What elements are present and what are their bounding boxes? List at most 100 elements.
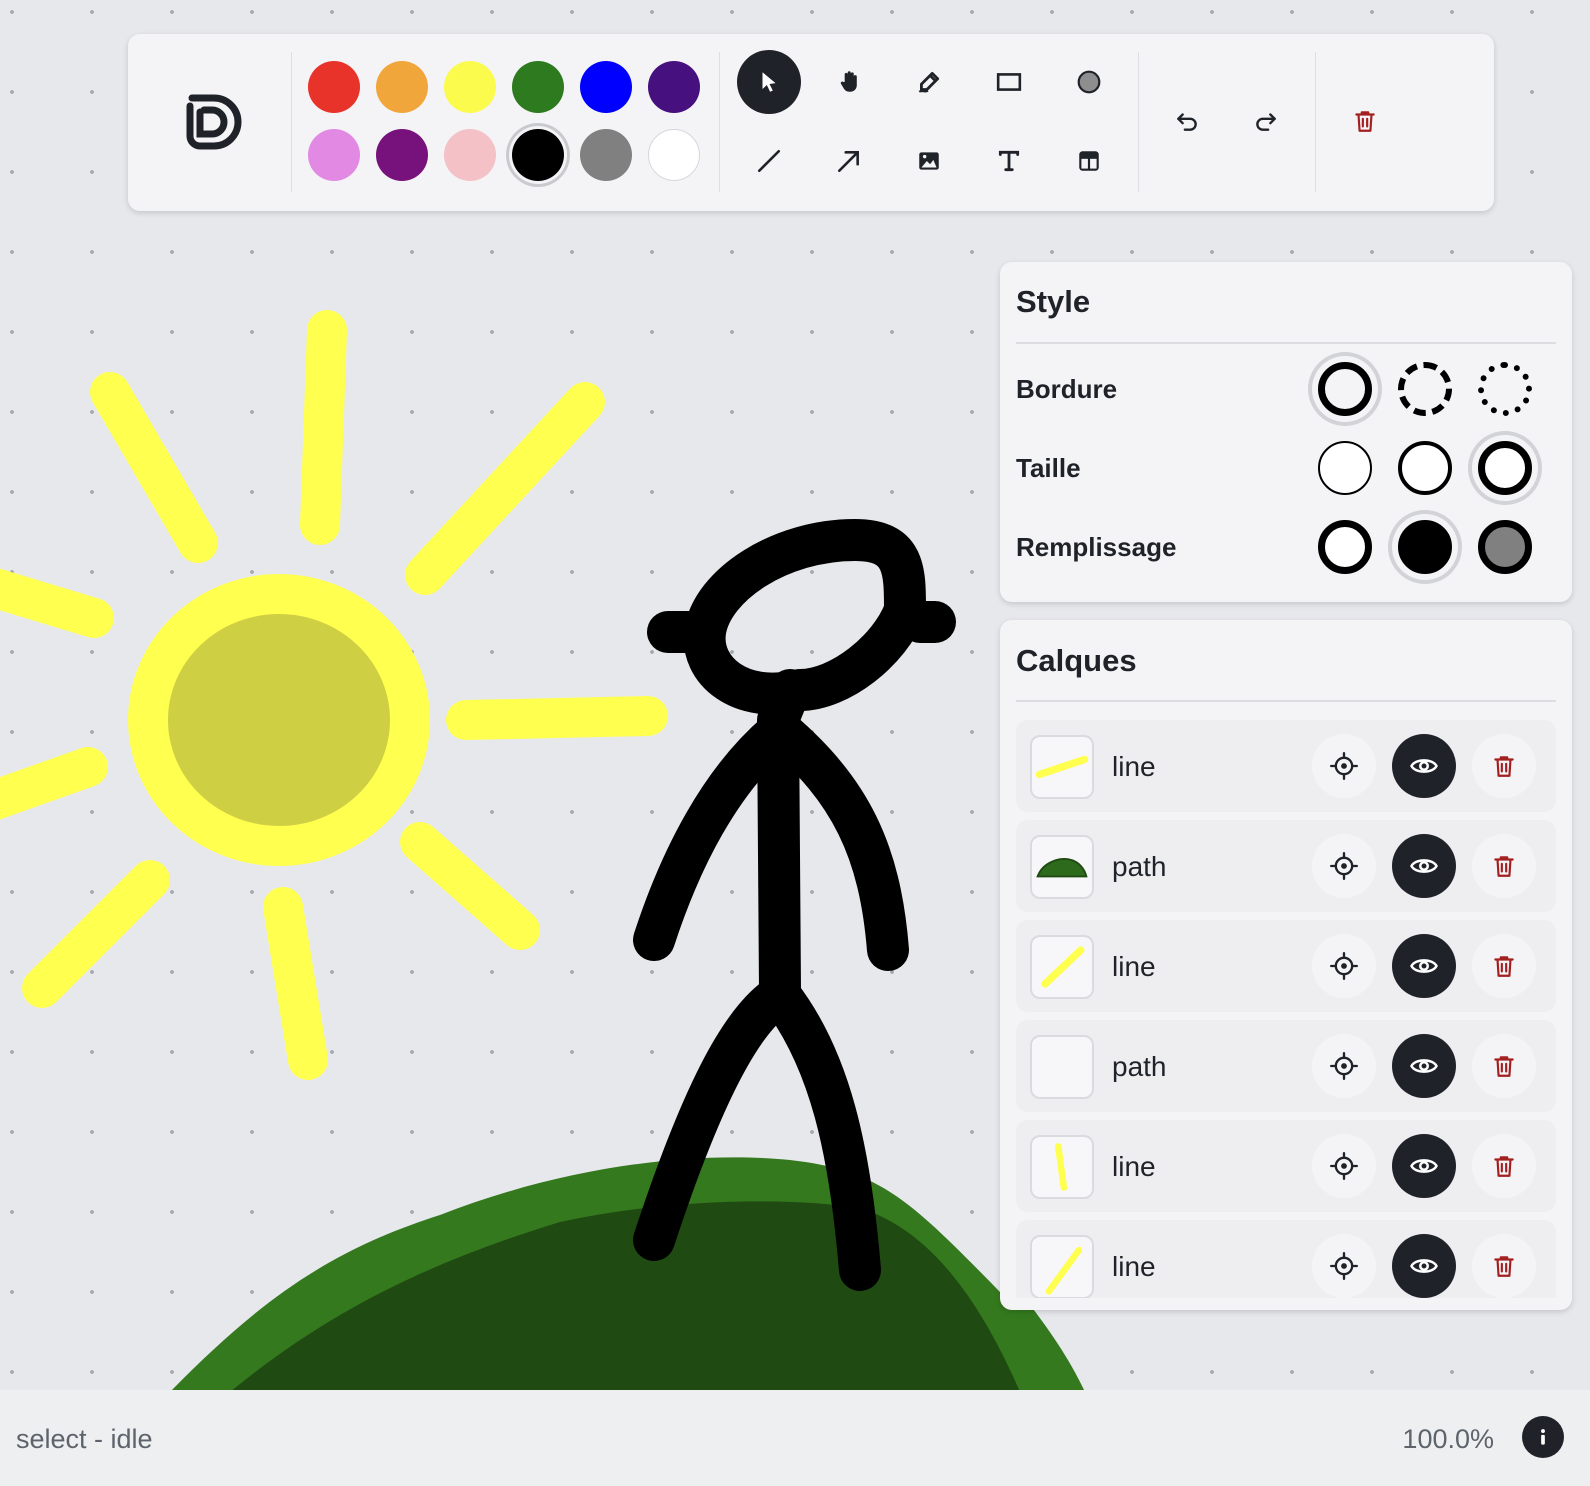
border-style-label: Bordure bbox=[1016, 374, 1118, 404]
delete-layer-button[interactable] bbox=[1472, 834, 1536, 898]
hand-tool-button[interactable] bbox=[817, 50, 881, 114]
color-swatch[interactable] bbox=[580, 61, 632, 113]
fill-semi-icon bbox=[1478, 520, 1532, 574]
size-medium-option[interactable] bbox=[1392, 435, 1458, 501]
size-label: Taille bbox=[1016, 453, 1081, 483]
rectangle-tool-button[interactable] bbox=[977, 50, 1041, 114]
delete-layer-button[interactable] bbox=[1472, 934, 1536, 998]
layer-row[interactable]: line bbox=[1016, 920, 1556, 1012]
layer-row[interactable]: line bbox=[1016, 720, 1556, 812]
delete-layer-button[interactable] bbox=[1472, 1034, 1536, 1098]
layers-panel: Calques line path line path line line bbox=[1000, 620, 1572, 1310]
fill-semi-option[interactable] bbox=[1472, 514, 1538, 580]
eye-icon bbox=[1410, 759, 1438, 773]
locate-layer-button[interactable] bbox=[1312, 1234, 1376, 1298]
line-tool-button[interactable] bbox=[737, 129, 801, 193]
size-thick-option[interactable] bbox=[1472, 435, 1538, 501]
fill-none-option[interactable] bbox=[1312, 514, 1378, 580]
trash-icon bbox=[1494, 1256, 1514, 1277]
locate-layer-button[interactable] bbox=[1312, 1134, 1376, 1198]
draw-tool-button[interactable] bbox=[897, 50, 961, 114]
locate-icon bbox=[1330, 952, 1358, 980]
layer-thumbnail bbox=[1030, 1235, 1094, 1298]
text-tool-button[interactable] bbox=[977, 129, 1041, 193]
rectangle-icon bbox=[996, 73, 1022, 91]
color-swatch[interactable] bbox=[444, 61, 496, 113]
redo-button[interactable] bbox=[1234, 89, 1298, 153]
color-swatch[interactable] bbox=[376, 129, 428, 181]
color-swatch[interactable] bbox=[512, 129, 564, 181]
stick-figure[interactable] bbox=[633, 519, 956, 1291]
color-swatch[interactable] bbox=[376, 61, 428, 113]
cursor-icon bbox=[762, 72, 776, 92]
undo-icon bbox=[1177, 113, 1197, 131]
trash-icon bbox=[1494, 756, 1514, 777]
layer-row[interactable]: line bbox=[1016, 1220, 1556, 1298]
sun-ray bbox=[300, 310, 347, 545]
fill-none-icon bbox=[1318, 520, 1372, 574]
color-swatch[interactable] bbox=[512, 61, 564, 113]
panel-divider bbox=[1016, 700, 1556, 702]
locate-icon bbox=[1330, 752, 1358, 780]
eye-icon bbox=[1410, 959, 1438, 973]
table-icon bbox=[1079, 151, 1099, 171]
color-swatch[interactable] bbox=[308, 61, 360, 113]
locate-layer-button[interactable] bbox=[1312, 1034, 1376, 1098]
layer-row[interactable]: line bbox=[1016, 1120, 1556, 1212]
locate-layer-button[interactable] bbox=[1312, 834, 1376, 898]
color-swatch[interactable] bbox=[444, 129, 496, 181]
undo-button[interactable] bbox=[1155, 89, 1219, 153]
toolbar-divider bbox=[291, 52, 292, 192]
main-toolbar bbox=[128, 34, 1494, 211]
toggle-visibility-button[interactable] bbox=[1392, 1034, 1456, 1098]
locate-layer-button[interactable] bbox=[1312, 734, 1376, 798]
layer-row[interactable]: path bbox=[1016, 1020, 1556, 1112]
image-tool-button[interactable] bbox=[897, 129, 961, 193]
info-button[interactable] bbox=[1522, 1416, 1564, 1458]
sun-ray bbox=[263, 887, 328, 1080]
dashed-ring-icon bbox=[1398, 362, 1452, 416]
delete-all-button[interactable] bbox=[1333, 89, 1397, 153]
color-swatch[interactable] bbox=[648, 129, 700, 181]
select-tool-button[interactable] bbox=[737, 50, 801, 114]
layers-list[interactable]: line path line path line line bbox=[1016, 720, 1556, 1298]
app-logo-icon[interactable] bbox=[176, 86, 244, 154]
color-swatch[interactable] bbox=[580, 129, 632, 181]
border-dotted-option[interactable] bbox=[1472, 356, 1538, 422]
toggle-visibility-button[interactable] bbox=[1392, 834, 1456, 898]
border-dashed-option[interactable] bbox=[1392, 356, 1458, 422]
size-thin-option[interactable] bbox=[1312, 435, 1378, 501]
arrow-tool-button[interactable] bbox=[817, 129, 881, 193]
locate-layer-button[interactable] bbox=[1312, 934, 1376, 998]
layer-thumbnail bbox=[1030, 735, 1094, 799]
toggle-visibility-button[interactable] bbox=[1392, 1234, 1456, 1298]
color-swatch[interactable] bbox=[648, 61, 700, 113]
color-swatch[interactable] bbox=[308, 129, 360, 181]
layer-thumbnail bbox=[1030, 1135, 1094, 1199]
hand-icon bbox=[840, 71, 857, 92]
eye-icon bbox=[1410, 1259, 1438, 1273]
delete-layer-button[interactable] bbox=[1472, 1134, 1536, 1198]
delete-layer-button[interactable] bbox=[1472, 734, 1536, 798]
hill-drawing[interactable] bbox=[170, 1157, 1085, 1390]
eye-icon bbox=[1410, 1159, 1438, 1173]
sun-ray bbox=[446, 696, 668, 740]
delete-layer-button[interactable] bbox=[1472, 1234, 1536, 1298]
zoom-level[interactable]: 100.0% bbox=[1402, 1424, 1494, 1455]
image-icon bbox=[919, 152, 939, 170]
sun-ray bbox=[400, 822, 540, 950]
sun-ray bbox=[0, 568, 114, 638]
border-solid-option[interactable] bbox=[1312, 356, 1378, 422]
table-tool-button[interactable] bbox=[1057, 129, 1121, 193]
layer-row[interactable]: path bbox=[1016, 820, 1556, 912]
sun-core[interactable] bbox=[128, 574, 430, 866]
layer-name: line bbox=[1112, 1151, 1156, 1182]
ellipse-tool-button[interactable] bbox=[1057, 50, 1121, 114]
layers-panel-title: Calques bbox=[1016, 643, 1137, 678]
panel-divider bbox=[1016, 342, 1556, 344]
fill-solid-option[interactable] bbox=[1392, 514, 1458, 580]
redo-icon bbox=[1256, 113, 1276, 131]
toggle-visibility-button[interactable] bbox=[1392, 1134, 1456, 1198]
toggle-visibility-button[interactable] bbox=[1392, 934, 1456, 998]
toggle-visibility-button[interactable] bbox=[1392, 734, 1456, 798]
